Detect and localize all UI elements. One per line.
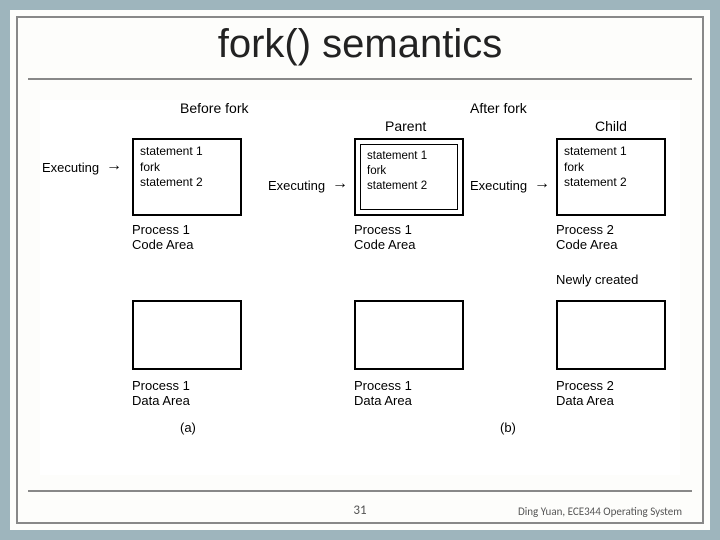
executing-label-before: Executing xyxy=(42,160,99,175)
caption-p1-code-before: Process 1 Code Area xyxy=(132,222,193,252)
title-underline xyxy=(28,78,692,80)
header-after-fork: After fork xyxy=(470,100,527,116)
caption-p1-code-parent: Process 1 Code Area xyxy=(354,222,415,252)
executing-label-child: Executing xyxy=(470,178,527,193)
arrow-icon: → xyxy=(106,158,122,174)
slide-title: fork() semantics xyxy=(10,22,710,67)
slide-credit: Ding Yuan, ECE344 Operating System xyxy=(518,505,682,518)
column-header-child: Child xyxy=(595,118,627,134)
fork-diagram: Before fork After fork Parent Child Exec… xyxy=(40,100,680,475)
footer-divider xyxy=(28,490,692,492)
column-header-parent: Parent xyxy=(385,118,426,134)
arrow-icon: → xyxy=(534,176,550,192)
parent-code-box-inner: statement 1 fork statement 2 xyxy=(360,144,458,210)
subfigure-label-b: (b) xyxy=(500,420,516,435)
caption-p2-code: Process 2 Code Area xyxy=(556,222,617,252)
caption-p2-data: Process 2 Data Area xyxy=(556,378,614,408)
caption-p1-data-before: Process 1 Data Area xyxy=(132,378,190,408)
caption-newly-created: Newly created xyxy=(556,272,638,287)
arrow-icon: → xyxy=(332,176,348,192)
subfigure-label-a: (a) xyxy=(180,420,196,435)
process1-code-box-before: statement 1 fork statement 2 xyxy=(132,138,242,216)
child-code-box: statement 1 fork statement 2 xyxy=(556,138,666,216)
diagram-container: Before fork After fork Parent Child Exec… xyxy=(40,100,680,475)
parent-data-box xyxy=(354,300,464,370)
header-before-fork: Before fork xyxy=(180,100,248,116)
code-text: statement 1 fork statement 2 xyxy=(564,144,627,191)
child-data-box xyxy=(556,300,666,370)
process1-data-box-before xyxy=(132,300,242,370)
code-text: statement 1 fork statement 2 xyxy=(367,149,427,194)
code-text: statement 1 fork statement 2 xyxy=(140,144,203,191)
executing-label-parent: Executing xyxy=(268,178,325,193)
caption-p1-data-parent: Process 1 Data Area xyxy=(354,378,412,408)
